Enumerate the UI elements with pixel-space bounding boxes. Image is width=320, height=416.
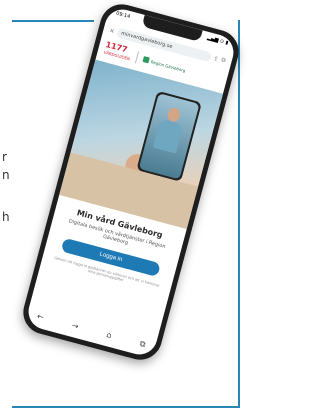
- hero-phone-screen: [138, 93, 200, 180]
- doctor-body: [152, 118, 184, 154]
- back-icon[interactable]: ←: [36, 311, 45, 322]
- share-icon[interactable]: ⇪: [213, 55, 220, 63]
- logo-1177[interactable]: 1177 VÅRDGUIDEN: [103, 40, 133, 63]
- hero-phone-photo: [136, 90, 202, 182]
- home-icon[interactable]: ⌂: [105, 330, 113, 341]
- region-icon: [142, 56, 150, 64]
- status-indicators: ▂▄▆ ⊙ ▮: [206, 34, 229, 47]
- tab-icon[interactable]: ⧉: [220, 56, 227, 65]
- phone-device: 09:14 ▂▄▆ ⊙ ▮ ✕ minvardgavleborg.se ⇪ ⧉ …: [18, 0, 244, 365]
- close-icon[interactable]: ✕: [109, 27, 116, 35]
- status-time: 09:14: [115, 10, 131, 21]
- phone-screen: 09:14 ▂▄▆ ⊙ ▮ ✕ minvardgavleborg.se ⇪ ⧉ …: [24, 5, 238, 359]
- brand-divider: [135, 51, 140, 64]
- forward-icon[interactable]: →: [70, 321, 80, 332]
- region-name: Region Gävleborg: [150, 58, 187, 73]
- logo-region: Region Gävleborg: [142, 56, 187, 73]
